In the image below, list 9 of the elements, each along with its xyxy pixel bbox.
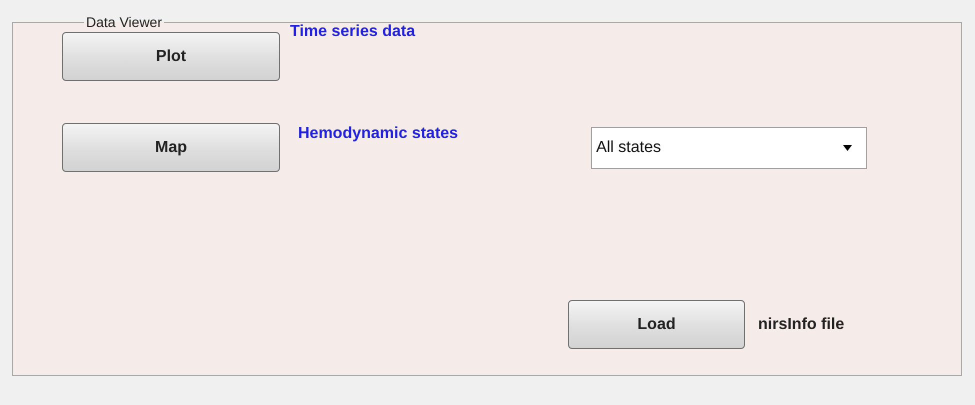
file-label: nirsInfo file <box>758 316 844 334</box>
plot-button[interactable]: Plot <box>62 32 280 81</box>
panel-title: Data Viewer <box>85 14 164 30</box>
map-label: Hemodynamic states <box>298 125 458 143</box>
plot-label: Time series data <box>290 23 416 41</box>
map-button[interactable]: Map <box>62 123 280 172</box>
caret-icon <box>843 145 852 151</box>
load-button[interactable]: Load <box>568 300 745 349</box>
states-dropdown[interactable]: All states <box>591 127 868 169</box>
